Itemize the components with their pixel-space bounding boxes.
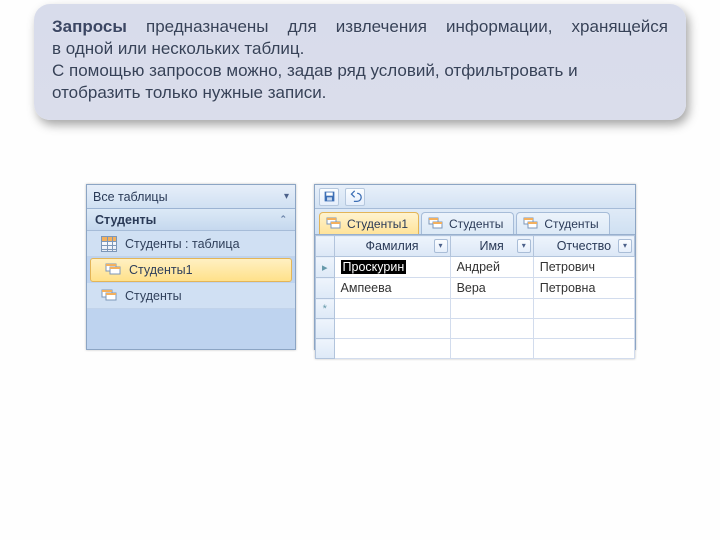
table-row[interactable]: ▸ Проскурин Андрей Петрович <box>316 257 635 278</box>
nav-item-query[interactable]: Студенты <box>87 283 295 309</box>
tab[interactable]: Студенты <box>421 212 514 234</box>
info-keyword: Запросы <box>52 17 127 36</box>
query-icon <box>523 216 539 232</box>
access-screenshots: Все таблицы ▾ Студенты ⌃ Студенты : табл… <box>86 184 636 354</box>
datasheet-window: Студенты1 Студенты Студенты Фамилия <box>314 184 636 350</box>
select-all-corner[interactable] <box>316 236 335 257</box>
column-header[interactable]: Имя ▾ <box>450 236 533 257</box>
query-icon <box>428 216 444 232</box>
nav-item-table[interactable]: Студенты : таблица <box>87 231 295 257</box>
document-tabs: Студенты1 Студенты Студенты <box>315 209 635 235</box>
chevron-down-icon: ▾ <box>284 191 289 202</box>
column-header[interactable]: Фамилия ▾ <box>334 236 450 257</box>
nav-header[interactable]: Все таблицы ▾ <box>87 185 295 209</box>
navigation-pane: Все таблицы ▾ Студенты ⌃ Студенты : табл… <box>86 184 296 350</box>
query-icon <box>105 262 121 278</box>
column-dropdown-icon[interactable]: ▾ <box>434 239 448 253</box>
nav-group[interactable]: Студенты ⌃ <box>87 209 295 231</box>
tab[interactable]: Студенты <box>516 212 609 234</box>
query-icon <box>326 216 342 232</box>
nav-item-query-selected[interactable]: Студенты1 <box>90 258 292 282</box>
selected-cell[interactable]: Проскурин <box>341 260 407 274</box>
column-header[interactable]: Отчество ▾ <box>533 236 634 257</box>
row-selector[interactable] <box>316 278 335 299</box>
collapse-icon: ⌃ <box>279 214 287 225</box>
query-icon <box>101 288 117 304</box>
new-row[interactable]: * <box>316 299 635 319</box>
column-dropdown-icon[interactable]: ▾ <box>517 239 531 253</box>
undo-button[interactable] <box>345 188 365 206</box>
column-dropdown-icon[interactable]: ▾ <box>618 239 632 253</box>
table-icon <box>101 236 117 252</box>
new-row-icon[interactable]: * <box>316 299 335 319</box>
info-callout: Запросы предназначены для извлечения инф… <box>34 4 686 120</box>
save-button[interactable] <box>319 188 339 206</box>
table-row[interactable]: Ампеева Вера Петровна <box>316 278 635 299</box>
data-grid[interactable]: Фамилия ▾ Имя ▾ Отчество ▾ ▸ Проскурин А… <box>315 235 635 359</box>
tab-active[interactable]: Студенты1 <box>319 212 419 234</box>
quick-access-toolbar <box>315 185 635 209</box>
row-selector[interactable]: ▸ <box>316 257 335 278</box>
